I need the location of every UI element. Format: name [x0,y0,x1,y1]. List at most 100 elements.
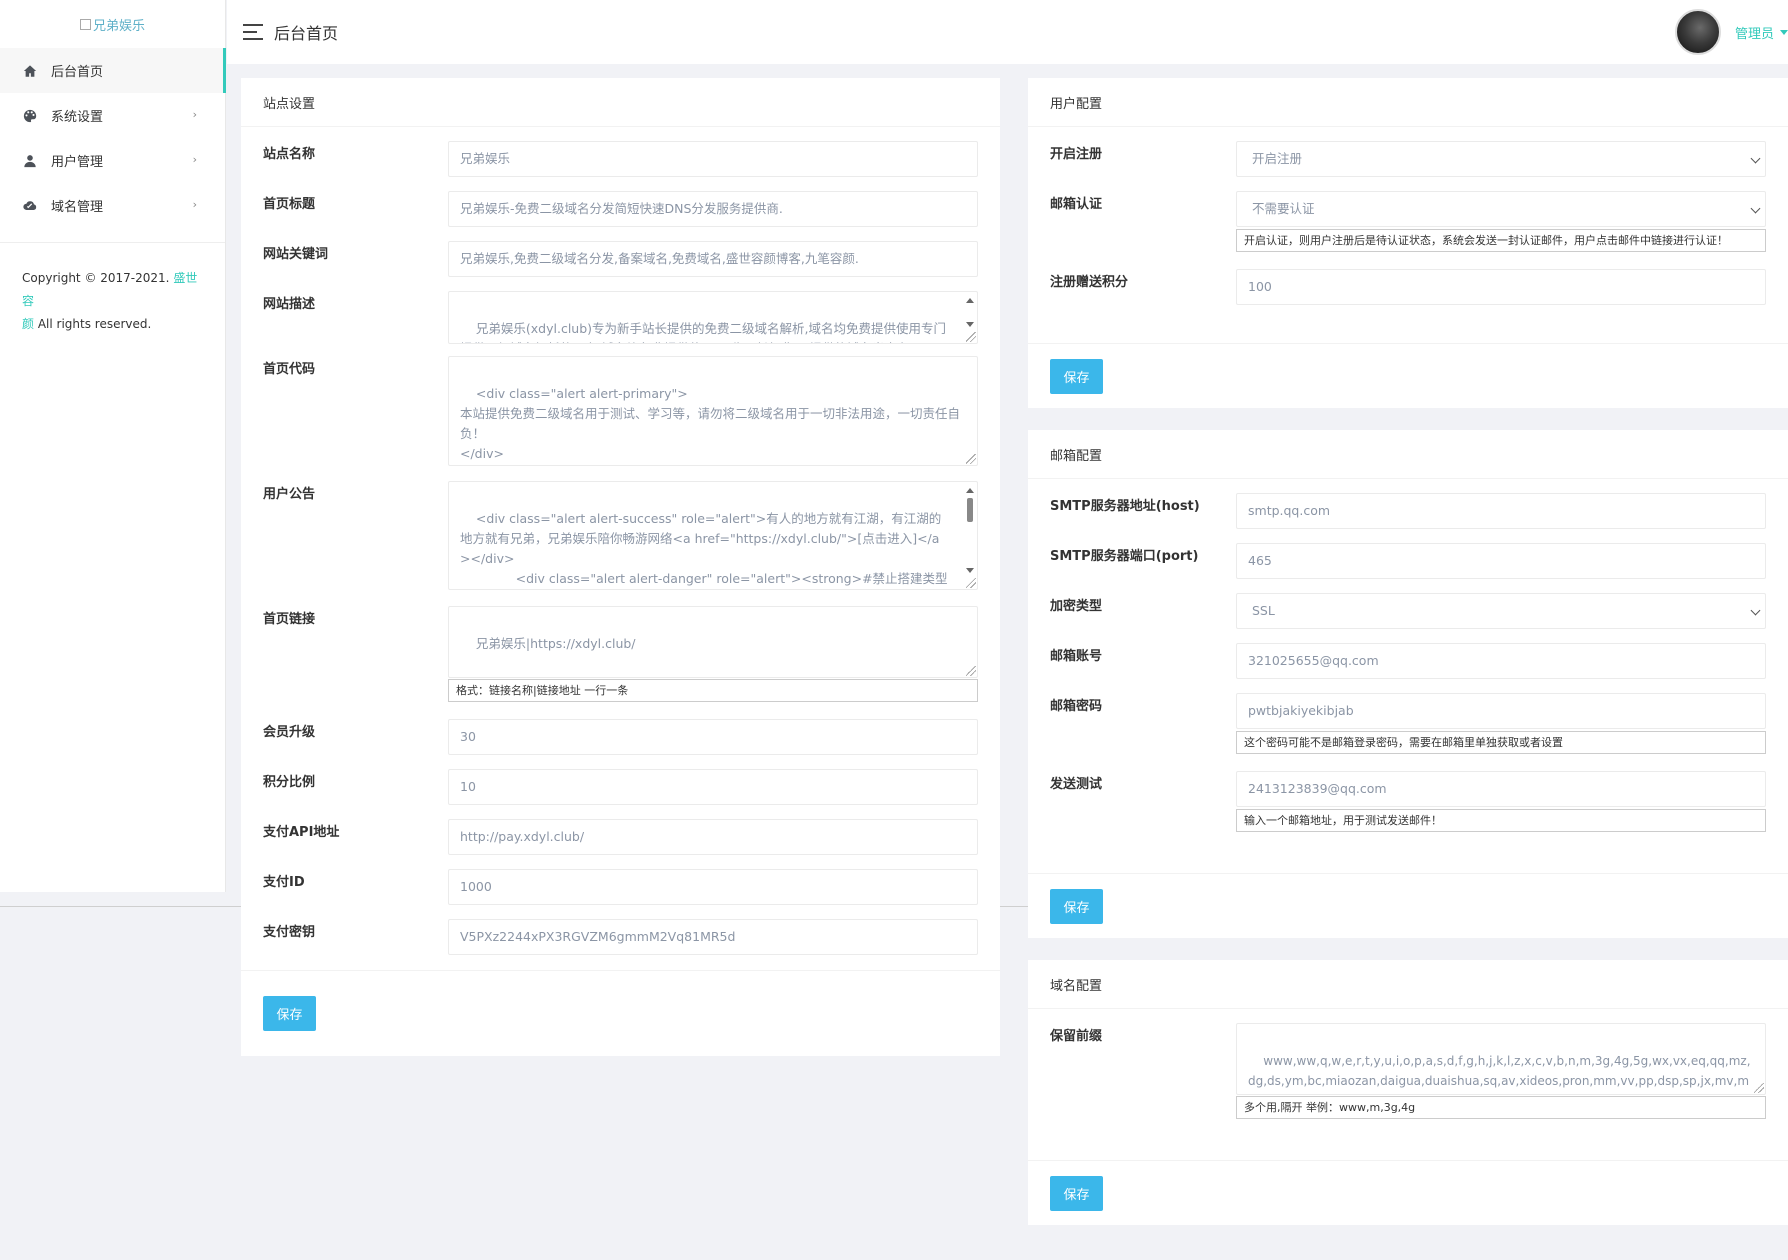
home-links-help: 格式：链接名称|链接地址 一行一条 [448,679,978,702]
resize-handle-icon[interactable] [1754,1083,1764,1093]
register-select[interactable]: 开启注册 [1236,141,1766,177]
member-upgrade-input[interactable]: 30 [448,719,978,755]
pay-id-input[interactable]: 1000 [448,869,978,905]
palette-icon [22,108,37,123]
card-footer: 保存 [1028,343,1788,408]
sidebar-item-label: 后台首页 [51,65,104,80]
avatar[interactable] [1674,9,1721,55]
card-footer: 保存 [241,970,1000,1056]
description-textarea[interactable]: 兄弟娱乐(xdyl.club)专为新手站长提供的免费二级域名解析,域名均免费提供… [448,291,978,344]
password-input[interactable]: pwtbjakiyekibjab [1236,693,1766,729]
sidebar: 兄弟娱乐 后台首页 系统设置 › 用户管理 › 域名管理 › Copyright… [0,0,226,892]
home-links-textarea[interactable]: 兄弟娱乐|https://xdyl.club/ [448,606,978,678]
pay-id-label: 支付ID [263,875,305,890]
site-name-label: 站点名称 [263,147,316,162]
pay-key-label: 支付密钥 [263,925,316,940]
password-help: 这个密码可能不是邮箱登录密码，需要在邮箱里单独获取或者设置 [1236,731,1766,754]
keywords-input[interactable]: 兄弟娱乐,免费二级域名分发,备案域名,免费域名,盛世容颜博客,九笔容颜. [448,241,978,277]
email-verify-select[interactable]: 不需要认证 [1236,191,1766,227]
copyright-link-cont[interactable]: 颜 [22,317,34,331]
scrollbar[interactable] [965,296,975,329]
domain-config-card: 域名配置 保留前缀 www,ww,q,w,e,r,t,y,u,i,o,p,a,s… [1028,960,1788,1225]
smtp-port-input[interactable]: 465 [1236,543,1766,579]
card-title: 站点设置 [241,78,1000,127]
send-test-help: 输入一个邮箱地址，用于测试发送邮件！ [1236,809,1766,832]
sidebar-item-dashboard[interactable]: 后台首页 [0,48,226,93]
user-name[interactable]: 管理员 [1735,23,1774,42]
save-button[interactable]: 保存 [1050,888,1103,924]
resize-handle-icon[interactable] [966,666,976,676]
copyright-rights: All rights reserved. [34,317,152,331]
home-code-label: 首页代码 [263,362,316,377]
register-points-label: 注册赠送积分 [1050,275,1129,290]
broken-image-icon [79,18,91,30]
card-title: 域名配置 [1028,960,1788,1009]
points-ratio-input[interactable]: 10 [448,769,978,805]
card-footer: 保存 [1028,873,1788,938]
keywords-label: 网站关键词 [263,247,329,262]
home-links-text: 兄弟娱乐|https://xdyl.club/ [475,636,636,651]
user-icon [22,153,37,168]
notice-label: 用户公告 [263,487,316,502]
description-text: 兄弟娱乐(xdyl.club)专为新手站长提供的免费二级域名解析,域名均免费提供… [460,321,947,343]
description-label: 网站描述 [263,297,316,312]
home-title-label: 首页标题 [263,197,316,212]
copyright-text: Copyright © 2017-2021. [22,271,174,285]
save-button[interactable]: 保存 [1050,358,1103,394]
member-upgrade-label: 会员升级 [263,725,316,740]
caret-down-icon [1780,29,1788,35]
pay-key-input[interactable]: V5PXz2244xPX3RGVZM6gmmM2Vq81MR5d [448,919,978,955]
resize-handle-icon[interactable] [966,454,976,464]
chevron-right-icon: › [192,108,197,121]
page-title: 后台首页 [274,24,339,43]
home-icon [22,63,37,78]
sidebar-item-system-settings[interactable]: 系统设置 › [0,93,225,138]
home-title-input[interactable]: 兄弟娱乐-免费二级域名分发简短快速DNS分发服务提供商. [448,191,978,227]
send-test-input[interactable]: 2413123839@qq.com [1236,771,1766,807]
card-footer: 保存 [1028,1160,1788,1225]
save-button[interactable]: 保存 [263,996,316,1031]
account-label: 邮箱账号 [1050,649,1103,664]
copyright: Copyright © 2017-2021. 盛世容 颜 All rights … [0,243,225,360]
reserved-prefix-textarea[interactable]: www,ww,q,w,e,r,t,y,u,i,o,p,a,s,d,f,g,h,j… [1236,1023,1766,1095]
encryption-label: 加密类型 [1050,599,1103,614]
password-label: 邮箱密码 [1050,699,1103,714]
sidebar-item-label: 用户管理 [51,155,104,170]
register-points-input[interactable]: 100 [1236,269,1766,305]
user-config-card: 用户配置 开启注册 开启注册 邮箱认证 不需要认证 开启认证，则用户注册后是待认… [1028,78,1788,408]
encryption-select[interactable]: SSL [1236,593,1766,629]
top-header: 后台首页 管理员 [227,0,1788,64]
save-button[interactable]: 保存 [1050,1175,1103,1211]
scrollbar[interactable] [965,486,975,575]
cloud-icon [22,198,37,213]
email-verify-label: 邮箱认证 [1050,197,1103,212]
user-menu[interactable]: 管理员 [1674,9,1788,55]
sidebar-item-user-management[interactable]: 用户管理 › [0,138,225,183]
pay-api-label: 支付API地址 [263,825,340,840]
sidebar-item-domain-management[interactable]: 域名管理 › [0,183,225,228]
home-code-text: <div class="alert alert-primary"> 本站提供免费… [460,386,961,461]
smtp-host-input[interactable]: smtp.qq.com [1236,493,1766,529]
card-title: 用户配置 [1028,78,1788,127]
resize-handle-icon[interactable] [966,578,976,588]
logo[interactable]: 兄弟娱乐 [0,0,225,48]
reserved-prefix-help: 多个用,隔开 举例：www,m,3g,4g [1236,1096,1766,1119]
notice-text: <div class="alert alert-success" role="a… [460,511,948,586]
email-verify-help: 开启认证，则用户注册后是待认证状态，系统会发送一封认证邮件，用户点击邮件中链接进… [1236,229,1766,252]
pay-api-input[interactable]: http://pay.xdyl.club/ [448,819,978,855]
mail-config-card: 邮箱配置 SMTP服务器地址(host) smtp.qq.com SMTP服务器… [1028,430,1788,938]
resize-handle-icon[interactable] [966,332,976,342]
home-links-label: 首页链接 [263,612,316,627]
site-name-input[interactable]: 兄弟娱乐 [448,141,978,177]
home-code-textarea[interactable]: <div class="alert alert-primary"> 本站提供免费… [448,356,978,466]
notice-textarea[interactable]: <div class="alert alert-success" role="a… [448,481,978,590]
chevron-right-icon: › [192,153,197,166]
account-input[interactable]: 321025655@qq.com [1236,643,1766,679]
site-settings-card: 站点设置 站点名称 兄弟娱乐 首页标题 兄弟娱乐-免费二级域名分发简短快速DNS… [241,78,1000,1056]
card-title: 邮箱配置 [1028,430,1788,479]
reserved-prefix-label: 保留前缀 [1050,1029,1103,1044]
register-label: 开启注册 [1050,147,1103,162]
smtp-host-label: SMTP服务器地址(host) [1050,499,1200,514]
menu-toggle-icon[interactable] [243,24,263,40]
smtp-port-label: SMTP服务器端口(port) [1050,549,1199,564]
